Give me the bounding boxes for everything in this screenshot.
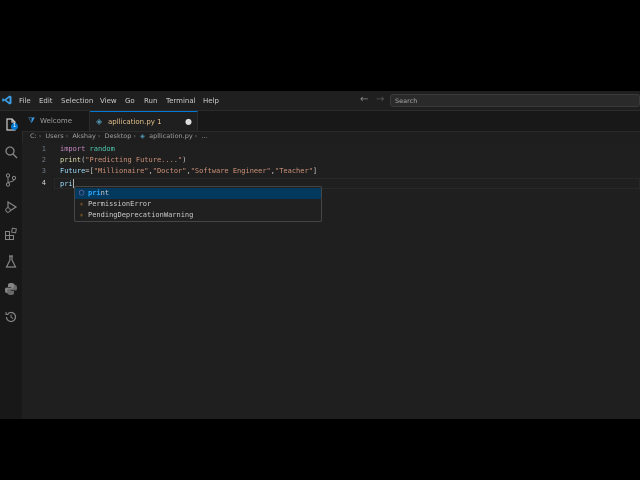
class-icon: ✧ [79, 211, 84, 219]
breadcrumb: C: › Users › Akshay › Desktop › ◈ apllicatio… [30, 132, 210, 143]
vscode-logo-icon[interactable] [2, 95, 12, 105]
function-cube-icon: ⬡ [78, 189, 85, 197]
breadcrumb-item[interactable]: ... [201, 132, 207, 140]
title-bar: File Edit Selection View Go Run Terminal… [0, 91, 640, 111]
autocomplete-suggest-widget: ⬡ print ✧ PermissionError ✧ PendingDepre… [74, 186, 322, 222]
suggest-item-print[interactable]: ⬡ print [75, 188, 321, 199]
line-number: 2 [41, 156, 46, 164]
search-icon[interactable] [3, 144, 19, 160]
menu-run[interactable]: Run [144, 97, 157, 105]
python-icon[interactable] [3, 281, 19, 297]
chevron-right-icon: › [65, 132, 69, 140]
arrow-right-icon[interactable]: → [376, 94, 384, 105]
extensions-icon[interactable] [3, 226, 19, 242]
suggest-label: PermissionError [88, 200, 152, 208]
breadcrumb-item[interactable]: apllication.py [149, 132, 193, 140]
tab-welcome[interactable]: ⧩ Welcome [22, 111, 90, 131]
explorer-badge: 1 [11, 123, 18, 130]
suggest-item-permissionerror[interactable]: ✧ PermissionError [75, 199, 321, 210]
code-line[interactable]: print("Predicting Future....") [60, 156, 186, 164]
menu-edit[interactable]: Edit [39, 97, 53, 105]
breadcrumb-item[interactable]: Desktop [105, 132, 132, 140]
menu-help[interactable]: Help [203, 97, 219, 105]
menu-view[interactable]: View [100, 97, 117, 105]
source-control-icon[interactable] [3, 172, 19, 188]
command-center-search[interactable]: Search [390, 94, 640, 107]
problems-count: 1 [157, 118, 162, 126]
editor-tab-bar: ⧩ Welcome ◈ apllication.py 1 ● [22, 111, 640, 132]
suggest-label: print [88, 189, 109, 197]
menu-terminal[interactable]: Terminal [166, 97, 196, 105]
menu-file[interactable]: File [19, 97, 31, 105]
code-line[interactable]: pri [60, 179, 74, 188]
vscode-window: File Edit Selection View Go Run Terminal… [0, 91, 640, 419]
class-icon: ✧ [79, 200, 84, 208]
testing-flask-icon[interactable] [3, 254, 19, 270]
chevron-right-icon: › [38, 132, 42, 140]
python-file-icon: ◈ [96, 117, 103, 126]
unsaved-dot-icon[interactable]: ● [185, 117, 192, 126]
line-number: 4 [41, 179, 46, 187]
tab-label: apllication.py [108, 118, 155, 126]
breadcrumb-item[interactable]: Akshay [72, 132, 96, 140]
tab-application-py[interactable]: ◈ apllication.py 1 ● [90, 111, 198, 131]
suggest-match: pri [88, 189, 101, 197]
tab-label: Welcome [40, 117, 73, 125]
breadcrumb-item[interactable]: Users [45, 132, 63, 140]
chevron-right-icon: › [133, 132, 136, 140]
menu-selection[interactable]: Selection [61, 97, 93, 105]
breadcrumb-item[interactable]: C: [30, 132, 37, 140]
line-number: 1 [41, 145, 46, 153]
chevron-right-icon: › [194, 132, 198, 140]
code-editor[interactable]: 1 2 3 4 import random print("Predicting … [22, 143, 640, 419]
activity-bar: 1 [0, 111, 23, 419]
search-placeholder: Search [395, 97, 418, 105]
suggest-label: PendingDeprecationWarning [88, 211, 194, 219]
menu-go[interactable]: Go [125, 97, 135, 105]
vscode-logo-icon: ⧩ [28, 116, 36, 125]
timeline-history-icon[interactable] [3, 309, 19, 325]
code-line[interactable]: import random [60, 145, 115, 153]
suggest-item-pendingdeprecationwarning[interactable]: ✧ PendingDeprecationWarning [75, 210, 321, 221]
suggest-rest: nt [100, 189, 110, 197]
python-file-icon: ◈ [140, 132, 146, 140]
code-line[interactable]: Future=["Millionaire","Doctor","Software… [60, 167, 317, 175]
arrow-left-icon[interactable]: ← [360, 94, 368, 105]
tab-title: apllication.py 1 [108, 118, 162, 126]
chevron-right-icon: › [97, 132, 101, 140]
line-number: 3 [41, 167, 46, 175]
run-debug-icon[interactable] [3, 199, 19, 215]
